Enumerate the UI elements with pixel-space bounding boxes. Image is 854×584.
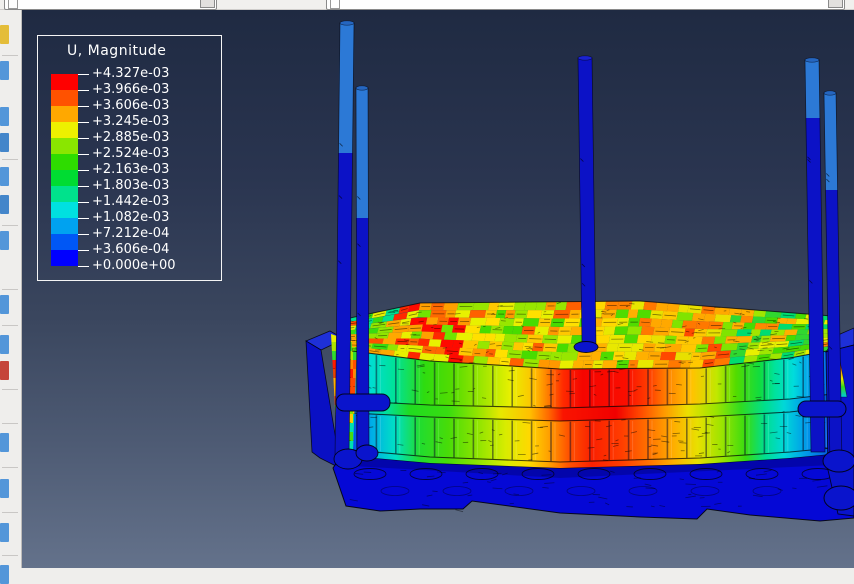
toolbar-separator	[2, 55, 18, 56]
legend-swatch	[51, 154, 78, 170]
legend-tick-line	[78, 186, 89, 187]
legend-tick-label: +3.606e-03	[92, 98, 169, 113]
contour-legend: U, Magnitude +4.327e-03+3.966e-03+3.606e…	[37, 35, 222, 281]
legend-tick-label: +1.442e-03	[92, 194, 169, 209]
unknown-tool-icon[interactable]	[0, 479, 9, 498]
toolbar-separator	[2, 325, 18, 326]
legend-tick-label: +0.000e+00	[92, 258, 176, 273]
legend-tick-label: +3.966e-03	[92, 82, 169, 97]
unknown-tool-icon[interactable]	[0, 523, 9, 542]
legend-tick-line	[78, 154, 89, 155]
legend-swatch	[51, 90, 78, 106]
legend-tick-label: +1.082e-03	[92, 210, 169, 225]
legend-tick-line	[78, 250, 89, 251]
legend-tick-line	[78, 122, 89, 123]
toolbar-separator	[2, 389, 18, 390]
combo-left-box-icon	[330, 0, 340, 9]
unknown-tool-icon[interactable]	[0, 433, 9, 452]
toolbar-left	[0, 9, 22, 568]
legend-swatch	[51, 106, 78, 122]
unknown-tool-icon[interactable]	[0, 195, 9, 214]
legend-swatch	[51, 234, 78, 250]
toolbar-separator	[2, 512, 18, 513]
legend-tick-label: +7.212e-04	[92, 226, 169, 241]
toolbar-separator	[2, 159, 18, 160]
context-combo-1[interactable]	[4, 0, 217, 10]
legend-tick-line	[78, 90, 89, 91]
unknown-tool-icon[interactable]	[0, 61, 9, 80]
unknown-tool-icon[interactable]	[0, 107, 9, 126]
legend-tick-line	[78, 202, 89, 203]
unknown-tool-icon[interactable]	[0, 361, 9, 380]
legend-tick-label: +4.327e-03	[92, 66, 169, 81]
legend-title: U, Magnitude	[67, 43, 166, 59]
toolbar-separator	[2, 225, 18, 226]
legend-swatch	[51, 218, 78, 234]
legend-swatch	[51, 170, 78, 186]
legend-swatch	[51, 74, 78, 90]
legend-swatch	[51, 122, 78, 138]
legend-swatch	[51, 186, 78, 202]
legend-tick-label: +2.163e-03	[92, 162, 169, 177]
context-bar	[0, 0, 854, 10]
legend-swatch	[51, 202, 78, 218]
unknown-tool-icon[interactable]	[0, 25, 9, 44]
legend-swatch	[51, 250, 78, 266]
unknown-tool-icon[interactable]	[0, 335, 9, 354]
toolbar-separator	[2, 555, 18, 556]
legend-tick-line	[78, 106, 89, 107]
legend-tick-line	[78, 170, 89, 171]
viewport-3d[interactable]: U, Magnitude +4.327e-03+3.966e-03+3.606e…	[22, 9, 854, 568]
legend-swatch	[51, 138, 78, 154]
combo-dropdown-button[interactable]	[200, 0, 215, 8]
legend-tick-label: +3.245e-03	[92, 114, 169, 129]
combo-dropdown-button[interactable]	[828, 0, 843, 8]
legend-tick-line	[78, 138, 89, 139]
unknown-tool-icon[interactable]	[0, 133, 9, 152]
legend-tick-label: +2.524e-03	[92, 146, 169, 161]
combo-left-box-icon	[8, 0, 18, 9]
legend-tick-line	[78, 74, 89, 75]
legend-tick-line	[78, 266, 89, 267]
unknown-tool-icon[interactable]	[0, 167, 9, 186]
legend-tick-line	[78, 218, 89, 219]
unknown-tool-icon[interactable]	[0, 295, 9, 314]
legend-tick-label: +1.803e-03	[92, 178, 169, 193]
legend-tick-line	[78, 234, 89, 235]
legend-tick-label: +3.606e-04	[92, 242, 169, 257]
toolbar-separator	[2, 289, 18, 290]
toolbar-separator	[2, 467, 18, 468]
legend-tick-label: +2.885e-03	[92, 130, 169, 145]
toolbar-separator	[2, 423, 18, 424]
unknown-tool-icon[interactable]	[0, 231, 9, 250]
context-combo-2[interactable]	[326, 0, 845, 10]
